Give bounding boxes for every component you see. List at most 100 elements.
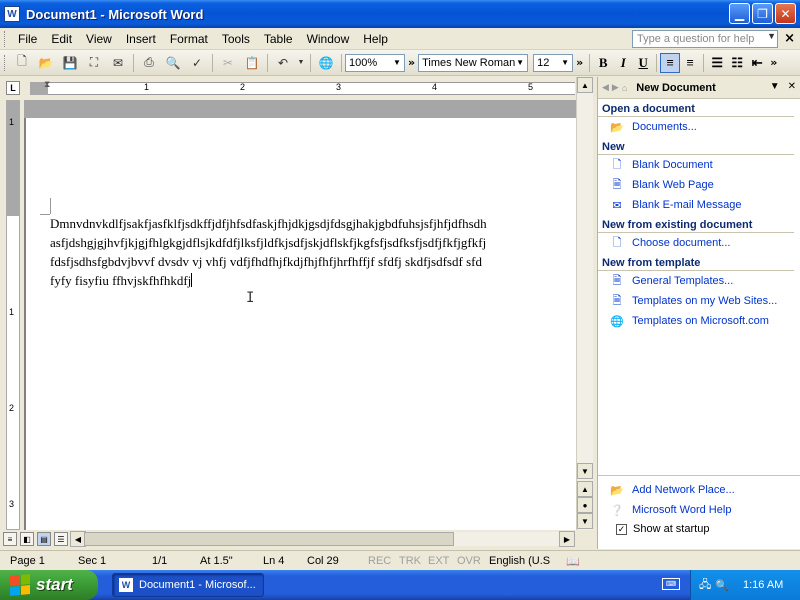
vertical-ruler[interactable]: 1 1 2 3 (6, 100, 20, 530)
bullets-icon[interactable]: ☷ (727, 53, 747, 73)
toolbar-options-chevron-icon-3[interactable]: » (770, 56, 777, 69)
taskbar-word-task[interactable]: W Document1 - Microsof... (112, 573, 264, 597)
task-pane-menu-icon[interactable]: ▼ (770, 81, 780, 92)
menubar-grip[interactable] (4, 30, 7, 47)
blank-email-link[interactable]: ✉ Blank E-mail Message (598, 195, 800, 215)
status-ovr[interactable]: OVR (457, 555, 481, 567)
next-page-icon[interactable]: ▼ (577, 513, 593, 529)
menu-table[interactable]: Table (257, 32, 300, 46)
documents-link[interactable]: 📂 Documents... (598, 117, 800, 137)
save-icon[interactable]: 💾 (60, 53, 80, 73)
font-size-combo[interactable]: 12 ▼ (533, 53, 574, 72)
add-network-place-link[interactable]: 📂 Add Network Place... (598, 480, 800, 500)
forward-icon[interactable]: ▶ (612, 82, 619, 93)
tab-selector[interactable]: L (6, 81, 20, 95)
print-icon[interactable]: ⎙ (139, 53, 159, 73)
keyboard-tray-icon[interactable]: ⌨ (662, 578, 680, 590)
menu-format[interactable]: Format (163, 32, 215, 46)
font-size-dropdown-icon[interactable]: ▼ (559, 56, 571, 70)
align-center-icon[interactable]: ≡ (680, 53, 700, 73)
previous-page-icon[interactable]: ▲ (577, 481, 593, 497)
scroll-down-icon[interactable]: ▼ (577, 463, 593, 479)
help-dropdown-icon[interactable]: ▼ (767, 31, 776, 41)
normal-view-icon[interactable]: ≡ (3, 532, 17, 546)
spelling-status-icon[interactable]: 📖 (566, 555, 580, 568)
menu-help[interactable]: Help (356, 32, 395, 46)
horizontal-ruler[interactable]: L ⧗ 1 2 3 4 5 (0, 77, 597, 99)
indent-marker-icon[interactable]: ⧗ (44, 79, 50, 90)
italic-button[interactable]: I (613, 53, 633, 73)
general-templates-link[interactable]: 🗎 General Templates... (598, 271, 800, 291)
toolbar-options-chevron-icon-2[interactable]: » (576, 56, 583, 69)
cut-icon[interactable]: ✂ (218, 53, 238, 73)
browse-object-icon[interactable]: ● (577, 497, 593, 513)
show-at-startup-checkbox[interactable]: ✓ Show at startup (598, 520, 800, 538)
print-layout-view-icon[interactable]: ▤ (37, 532, 51, 546)
view-bar: ≡ ◧ ▤ ☰ ◀ ▶ (0, 530, 593, 548)
zoom-dropdown-icon[interactable]: ▼ (391, 56, 403, 70)
clock[interactable]: 1:16 AM (743, 579, 783, 591)
open-document-heading: Open a document (598, 99, 794, 117)
vertical-scrollbar[interactable]: ▲ ▼ ▲ ● ▼ (576, 77, 593, 530)
toolbar-options-chevron-icon[interactable]: » (408, 56, 415, 69)
help-question-input[interactable]: Type a question for help (632, 30, 778, 48)
font-name-combo[interactable]: Times New Roman ▼ (418, 53, 529, 72)
align-left-icon[interactable]: ≡ (660, 52, 681, 73)
task-pane: ◀ ▶ ⌂ New Document ▼ ✕ Open a document 📂… (597, 77, 800, 549)
network-tray-icon[interactable]: 🖧 (699, 576, 711, 595)
horizontal-scroll-thumb[interactable] (84, 532, 454, 546)
back-icon[interactable]: ◀ (602, 82, 609, 93)
search-tray-icon[interactable]: 🔍 (715, 579, 729, 592)
menu-file[interactable]: File (11, 32, 44, 46)
close-button[interactable]: ✕ (775, 3, 796, 24)
email-icon[interactable]: ✉ (108, 53, 128, 73)
toolbar-grip[interactable] (4, 54, 7, 71)
undo-icon[interactable]: ↶ (273, 53, 293, 73)
home-icon[interactable]: ⌂ (622, 83, 627, 93)
new-document-icon[interactable]: 🗋 (12, 53, 32, 73)
toolbar-separator (310, 53, 311, 72)
restore-button[interactable]: ❐ (752, 3, 773, 24)
word-help-link[interactable]: ❔ Microsoft Word Help (598, 500, 800, 520)
web-layout-view-icon[interactable]: ◧ (20, 532, 34, 546)
document-body-text[interactable]: Dmnvdnvkdlfjsakfjasfklfjsdkffjdfjhfsdfas… (50, 214, 576, 290)
menu-view[interactable]: View (79, 32, 119, 46)
menu-tools[interactable]: Tools (215, 32, 257, 46)
permission-icon[interactable]: ⛶ (84, 53, 104, 73)
start-button[interactable]: start (0, 570, 98, 600)
menu-edit[interactable]: Edit (44, 32, 79, 46)
web-templates-link[interactable]: 🗎 Templates on my Web Sites... (598, 291, 800, 311)
numbering-icon[interactable]: ☰ (707, 53, 727, 73)
decrease-indent-icon[interactable]: ⇤ (747, 53, 767, 73)
undo-dropdown-icon[interactable]: ▼ (297, 53, 305, 73)
checkbox-checked-icon[interactable]: ✓ (616, 523, 627, 535)
spelling-icon[interactable]: ✓ (187, 53, 207, 73)
print-preview-icon[interactable]: 🔍 (163, 53, 183, 73)
microsoft-templates-link[interactable]: 🌐 Templates on Microsoft.com (598, 311, 800, 331)
menu-window[interactable]: Window (300, 32, 357, 46)
blank-web-page-link[interactable]: 🗎 Blank Web Page (598, 175, 800, 195)
insert-hyperlink-icon[interactable]: 🌐 (316, 53, 336, 73)
scroll-up-icon[interactable]: ▲ (577, 77, 593, 93)
open-folder-icon[interactable]: 📂 (36, 53, 56, 73)
font-name-dropdown-icon[interactable]: ▼ (514, 56, 526, 70)
word-app-icon[interactable]: W (4, 6, 20, 22)
menu-insert[interactable]: Insert (119, 32, 163, 46)
zoom-combo[interactable]: 100% ▼ (345, 53, 405, 72)
status-ext[interactable]: EXT (428, 555, 449, 567)
blank-document-link[interactable]: 🗋 Blank Document (598, 155, 800, 175)
outline-view-icon[interactable]: ☰ (54, 532, 68, 546)
task-pane-close-icon[interactable]: ✕ (788, 81, 796, 92)
paste-icon[interactable]: 📋 (242, 53, 262, 73)
status-rec[interactable]: REC (368, 555, 391, 567)
toolbar-separator (341, 53, 342, 72)
close-document-icon[interactable]: × (784, 31, 795, 46)
document-page[interactable]: Dmnvdnvkdlfjsakfjasfklfjsdkffjdfjhfsdfas… (26, 118, 576, 530)
underline-button[interactable]: U (633, 53, 653, 73)
horizontal-scrollbar[interactable]: ◀ ▶ (70, 531, 575, 547)
bold-button[interactable]: B (593, 53, 613, 73)
choose-document-link[interactable]: 🗋 Choose document... (598, 233, 800, 253)
scroll-right-icon[interactable]: ▶ (559, 531, 575, 547)
minimize-button[interactable]: ▁ (729, 3, 750, 24)
status-trk[interactable]: TRK (399, 555, 421, 567)
